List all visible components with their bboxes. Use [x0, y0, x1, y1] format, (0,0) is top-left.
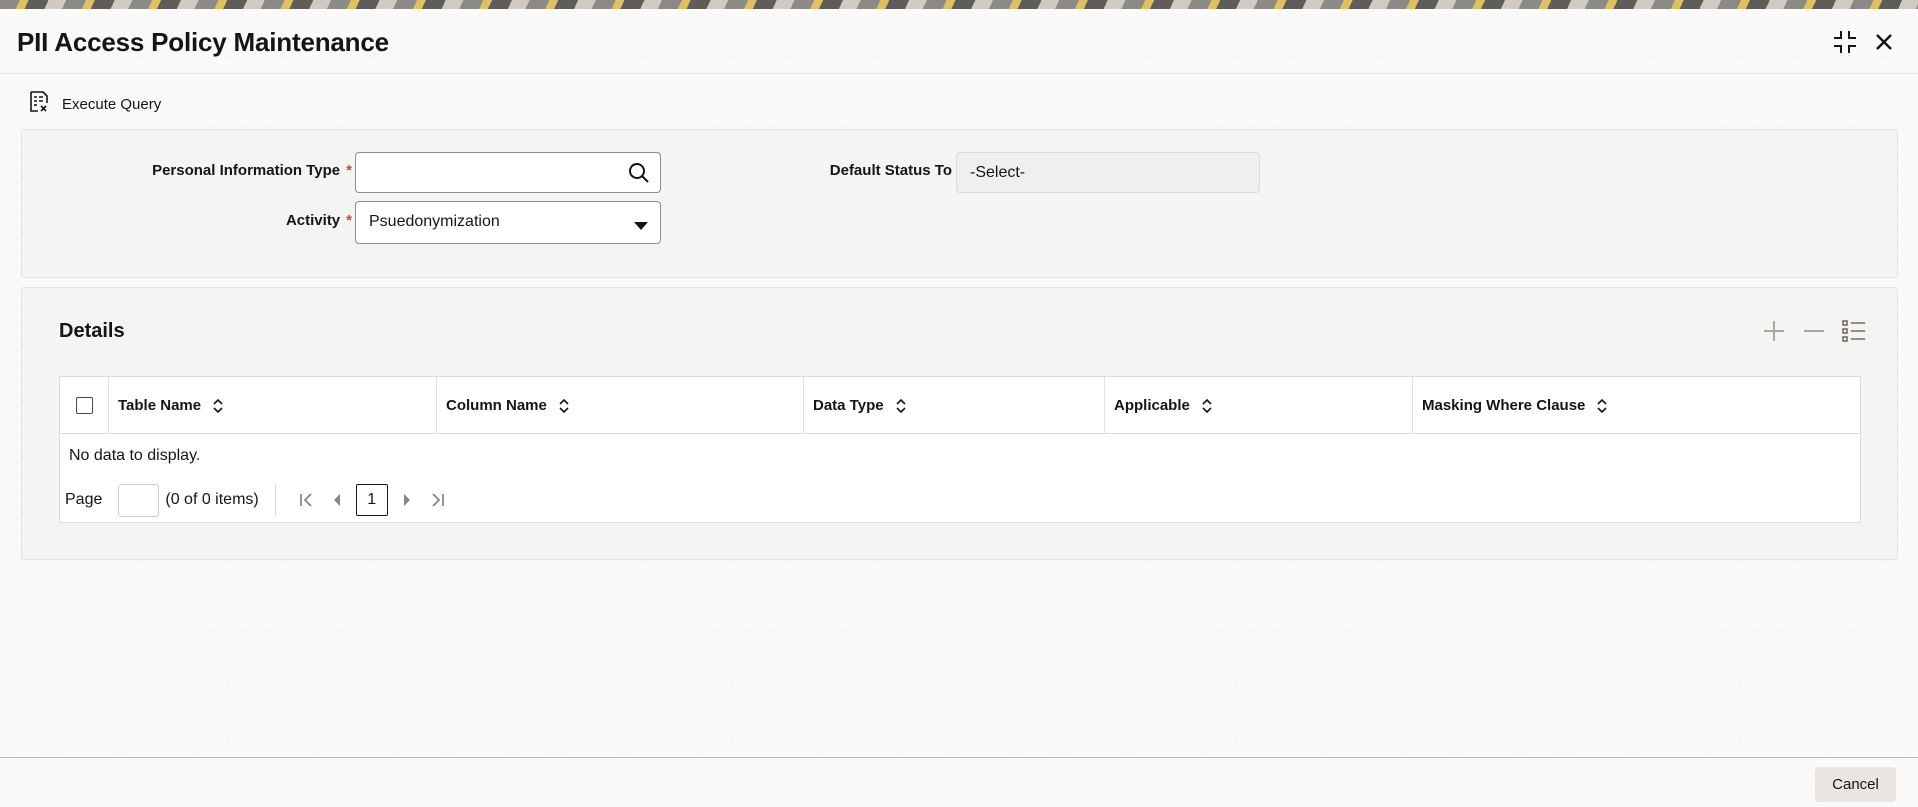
- table-header-row: Table Name Column Name Data Type Applica…: [60, 377, 1860, 434]
- page-label: Page: [65, 491, 103, 508]
- personal-info-type-input[interactable]: [356, 153, 660, 192]
- sort-icon: [1597, 398, 1607, 413]
- dialog-window: PII Access Policy Maintenance Execute Qu…: [0, 9, 1918, 807]
- column-header-table-name[interactable]: Table Name: [109, 377, 437, 434]
- details-table: Table Name Column Name Data Type Applica…: [59, 376, 1861, 523]
- select-all-checkbox[interactable]: [75, 397, 93, 414]
- pagination: Page (0 of 0 items) 1: [65, 482, 452, 518]
- page-title: PII Access Policy Maintenance: [17, 27, 389, 57]
- items-count: (0 of 0 items): [165, 491, 259, 508]
- close-icon[interactable]: [1869, 27, 1899, 57]
- activity-label: Activity *: [285, 212, 352, 229]
- sort-icon: [559, 398, 569, 413]
- query-criteria-panel: Personal Information Type * Activity * Psu…: [21, 129, 1898, 278]
- column-header-masking-where-clause[interactable]: Masking Where Clause: [1413, 377, 1860, 434]
- page-number-input[interactable]: [118, 483, 160, 517]
- default-status-selected-value: -Select-: [970, 164, 1026, 181]
- activity-select[interactable]: Psuedonymization: [355, 201, 661, 244]
- default-status-select[interactable]: -Select-: [956, 152, 1260, 193]
- current-page-number[interactable]: 1: [355, 484, 388, 516]
- caret-down-icon: [634, 218, 648, 236]
- last-page-icon[interactable]: [422, 485, 452, 515]
- pager-divider: [274, 483, 276, 517]
- add-icon[interactable]: [1761, 318, 1787, 344]
- cancel-button[interactable]: Cancel: [1815, 767, 1896, 802]
- column-header-column-name[interactable]: Column Name: [437, 377, 804, 434]
- sort-icon: [896, 398, 906, 413]
- execute-query-button[interactable]: Execute Query: [28, 90, 162, 119]
- previous-page-icon[interactable]: [322, 485, 352, 515]
- empty-table-message: No data to display.: [69, 447, 201, 464]
- column-header-applicable[interactable]: Applicable: [1105, 377, 1413, 434]
- list-view-icon[interactable]: [1841, 318, 1867, 344]
- query-document-icon: [28, 90, 50, 119]
- details-panel: Details Table Name Column Name Data Type…: [21, 287, 1898, 560]
- personal-info-type-label: Personal Information Type *: [152, 162, 352, 179]
- activity-selected-value: Psuedonymization: [369, 213, 500, 230]
- first-page-icon[interactable]: [292, 485, 322, 515]
- sort-icon: [213, 398, 223, 413]
- remove-icon[interactable]: [1801, 318, 1827, 344]
- dialog-footer: Cancel: [0, 757, 1918, 807]
- table-actions: [1761, 318, 1867, 344]
- execute-query-label: Execute Query: [62, 95, 162, 113]
- details-title: Details: [59, 320, 125, 342]
- top-decorative-strip: [0, 0, 1918, 9]
- next-page-icon[interactable]: [392, 485, 422, 515]
- column-header-data-type[interactable]: Data Type: [804, 377, 1105, 434]
- sort-icon: [1202, 398, 1212, 413]
- default-status-label: Default Status To: [829, 162, 952, 179]
- collapse-icon[interactable]: [1830, 27, 1860, 57]
- title-bar: PII Access Policy Maintenance: [0, 9, 1918, 74]
- search-icon[interactable]: [628, 162, 650, 189]
- select-all-cell: [60, 377, 109, 434]
- personal-info-type-field[interactable]: [355, 152, 661, 193]
